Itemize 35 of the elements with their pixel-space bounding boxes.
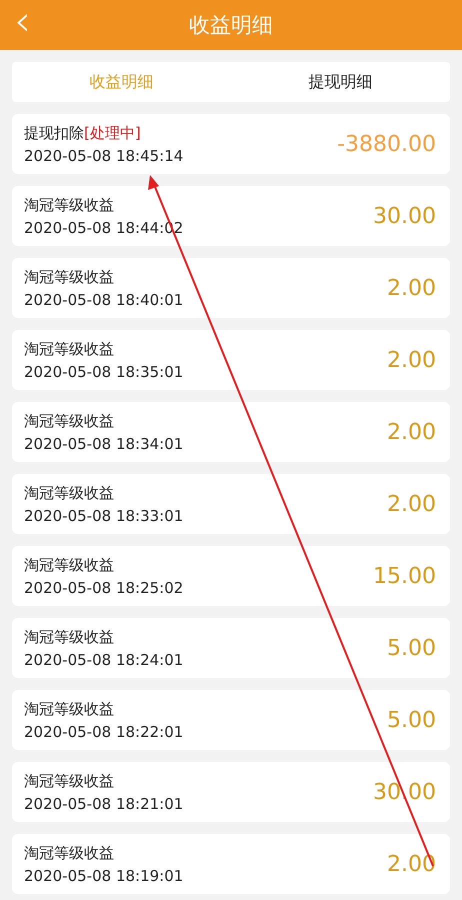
record-title: 淘冠等级收益 xyxy=(24,700,115,718)
record-title: 淘冠等级收益 xyxy=(24,484,115,502)
record-time: 2020-05-08 18:25:02 xyxy=(24,578,184,596)
tab[interactable]: 提现明细 xyxy=(231,62,450,102)
record-amount: 2.00 xyxy=(387,276,436,300)
record-title: 淘冠等级收益 xyxy=(24,556,115,574)
record-amount: 15.00 xyxy=(373,564,436,588)
record-time: 2020-05-08 18:33:01 xyxy=(24,506,184,524)
record-title: 淘冠等级收益 xyxy=(24,340,115,358)
record-time: 2020-05-08 18:45:14 xyxy=(24,146,184,164)
record-amount: 2.00 xyxy=(387,492,436,516)
record-amount: 2.00 xyxy=(387,852,436,876)
tab[interactable]: 收益明细 xyxy=(12,62,231,102)
record-title: 提现扣除[处理中] xyxy=(24,124,142,142)
record-title: 淘冠等级收益 xyxy=(24,628,115,646)
record-title: 淘冠等级收益 xyxy=(24,412,115,430)
record-time: 2020-05-08 18:19:01 xyxy=(24,866,184,884)
record-amount: -3880.00 xyxy=(337,132,436,156)
record-title: 淘冠等级收益 xyxy=(24,268,115,286)
record-amount: 30.00 xyxy=(373,204,436,228)
record-amount: 5.00 xyxy=(387,708,436,732)
record-time: 2020-05-08 18:21:01 xyxy=(24,794,184,812)
record-amount: 2.00 xyxy=(387,348,436,372)
record-amount: 2.00 xyxy=(387,420,436,444)
back-icon[interactable]: ‹ xyxy=(14,0,31,46)
record-title: 淘冠等级收益 xyxy=(24,196,115,214)
record-time: 2020-05-08 18:22:01 xyxy=(24,722,184,740)
record-title: 淘冠等级收益 xyxy=(24,772,115,790)
record-time: 2020-05-08 18:35:01 xyxy=(24,362,184,380)
record-time: 2020-05-08 18:34:01 xyxy=(24,434,184,452)
page-title: 收益明细 xyxy=(189,12,273,39)
record-title: 淘冠等级收益 xyxy=(24,844,115,862)
record-time: 2020-05-08 18:24:01 xyxy=(24,650,184,668)
record-time: 2020-05-08 18:40:01 xyxy=(24,290,184,308)
record-amount: 5.00 xyxy=(387,636,436,660)
